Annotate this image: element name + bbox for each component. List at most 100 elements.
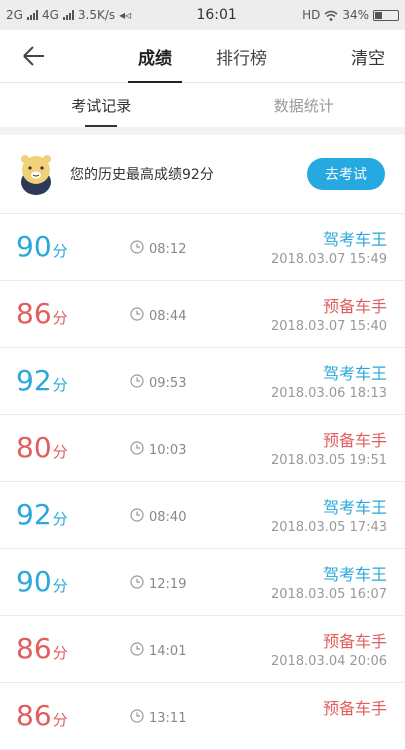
- record-row[interactable]: 86分 14:01 预备车手 2018.03.04 20:06: [0, 616, 405, 683]
- score-number: 90: [16, 230, 52, 263]
- record-row[interactable]: 90分 12:19 驾考车王 2018.03.05 16:07: [0, 549, 405, 616]
- status-right: HD 34%: [302, 8, 399, 22]
- signal-icon: [63, 10, 74, 20]
- record-row[interactable]: 80分10:03预备车手2018.03.05 19:51: [0, 415, 405, 482]
- duration: 09:53: [130, 374, 186, 392]
- score-number: 86: [16, 632, 52, 665]
- exam-datetime: 2018.03.05 19:51: [271, 453, 387, 468]
- rank-title: 预备车手: [323, 628, 387, 652]
- battery-icon: [373, 10, 399, 21]
- score-number: 86: [16, 297, 52, 330]
- best-score-banner: 您的历史最高成绩92分 去考试: [0, 135, 405, 214]
- duration: 08:44: [130, 307, 186, 325]
- record-row[interactable]: 86分 08:44 预备车手 2018.03.07 15:40: [0, 281, 405, 348]
- score-value: 92分: [16, 498, 68, 536]
- duration: 08:12: [130, 240, 186, 258]
- score-value: 86分: [16, 699, 68, 737]
- score-unit: 分: [53, 242, 68, 260]
- status-time: 16:01: [196, 7, 236, 23]
- status-bar: 2G 4G 3.5K/s ◂◃ 16:01 HD 34%: [0, 0, 405, 30]
- record-row[interactable]: 92分 08:40 驾考车王 2018.03.05 17:43: [0, 482, 405, 549]
- clock-icon: [130, 307, 144, 325]
- duration-text: 08:44: [149, 309, 186, 324]
- score-value: 86分: [16, 632, 68, 670]
- score-value: 90分: [16, 230, 68, 268]
- score-value: 86分: [16, 297, 68, 335]
- score-unit: 分: [53, 309, 68, 327]
- record-row[interactable]: 92分 09:53 驾考车王 2018.03.06 18:13: [0, 348, 405, 415]
- score-unit: 分: [53, 510, 68, 528]
- tab-leaderboard[interactable]: 排行榜: [206, 44, 277, 69]
- exam-datetime: 2018.03.07 15:40: [271, 319, 387, 334]
- clock-icon: [130, 374, 144, 392]
- tab-data-statistics-label: 数据统计: [274, 97, 334, 115]
- signal-icon: [27, 10, 38, 20]
- clock-icon: [130, 508, 144, 526]
- score-unit: 分: [53, 376, 68, 394]
- battery-percent: 34%: [342, 8, 369, 22]
- exam-datetime: 2018.03.05 16:07: [271, 587, 387, 602]
- duration-text: 08:12: [149, 242, 186, 257]
- section-divider: [0, 127, 405, 135]
- vibrate-icon: ◂◃: [119, 8, 131, 22]
- score-value: 90分: [16, 565, 68, 603]
- duration-text: 10:03: [149, 443, 186, 458]
- score-number: 86: [16, 699, 52, 732]
- record-list: 90分08:12驾考车王2018.03.07 15:4986分08:44预备车手…: [0, 214, 405, 750]
- wifi-icon: [324, 10, 338, 21]
- duration-text: 13:11: [149, 711, 186, 726]
- network-type-2: 4G: [42, 8, 59, 22]
- score-unit: 分: [53, 443, 68, 461]
- record-row[interactable]: 90分 08:12 驾考车王 2018.03.07 15:49: [0, 214, 405, 281]
- score-number: 92: [16, 364, 52, 397]
- duration: 14:01: [130, 642, 186, 660]
- score-number: 80: [16, 431, 52, 464]
- exam-datetime: 2018.03.07 15:49: [271, 252, 387, 267]
- score-unit: 分: [53, 577, 68, 595]
- clock-icon: [130, 240, 144, 258]
- avatar: [16, 152, 56, 196]
- record-row[interactable]: 86分 13:11 预备车手: [0, 683, 405, 750]
- best-score-text: 您的历史最高成绩92分: [70, 164, 307, 184]
- tab-exam-records[interactable]: 考试记录: [0, 95, 203, 116]
- rank-title: 驾考车王: [323, 494, 387, 518]
- score-unit: 分: [53, 644, 68, 662]
- score-value: 92分: [16, 364, 68, 402]
- tab-data-statistics[interactable]: 数据统计: [203, 95, 405, 116]
- duration-text: 09:53: [149, 376, 186, 391]
- duration-text: 14:01: [149, 644, 186, 659]
- duration: 08:40: [130, 508, 186, 526]
- clock-icon: [130, 709, 144, 727]
- rank-title: 驾考车王: [323, 226, 387, 250]
- tab-scores[interactable]: 成绩: [128, 44, 182, 69]
- sub-tabs: 考试记录 数据统计: [0, 83, 405, 127]
- network-speed: 3.5K/s: [78, 8, 115, 22]
- duration-text: 08:40: [149, 510, 186, 525]
- status-left: 2G 4G 3.5K/s ◂◃: [6, 8, 131, 22]
- start-exam-button[interactable]: 去考试: [307, 158, 385, 190]
- clear-button[interactable]: 清空: [351, 44, 385, 69]
- duration-text: 12:19: [149, 577, 186, 592]
- exam-datetime: 2018.03.04 20:06: [271, 654, 387, 669]
- rank-title: 驾考车王: [323, 561, 387, 585]
- rank-title: 驾考车王: [323, 360, 387, 384]
- exam-datetime: 2018.03.05 17:43: [271, 520, 387, 535]
- tab-exam-records-label: 考试记录: [71, 95, 131, 116]
- exam-datetime: 2018.03.06 18:13: [271, 386, 387, 401]
- clock-icon: [130, 642, 144, 660]
- score-value: 80分: [16, 431, 68, 469]
- clock-icon: [130, 575, 144, 593]
- duration: 13:11: [130, 709, 186, 727]
- rank-title: 预备车手: [323, 695, 387, 719]
- rank-title: 预备车手: [323, 293, 387, 317]
- score-unit: 分: [53, 711, 68, 729]
- score-number: 92: [16, 498, 52, 531]
- network-type-1: 2G: [6, 8, 23, 22]
- score-number: 90: [16, 565, 52, 598]
- clock-icon: [130, 441, 144, 459]
- nav-tabs: 成绩 排行榜: [0, 30, 405, 82]
- duration: 12:19: [130, 575, 186, 593]
- top-navigation: 成绩 排行榜 清空: [0, 30, 405, 83]
- hd-label: HD: [302, 8, 320, 22]
- duration: 10:03: [130, 441, 186, 459]
